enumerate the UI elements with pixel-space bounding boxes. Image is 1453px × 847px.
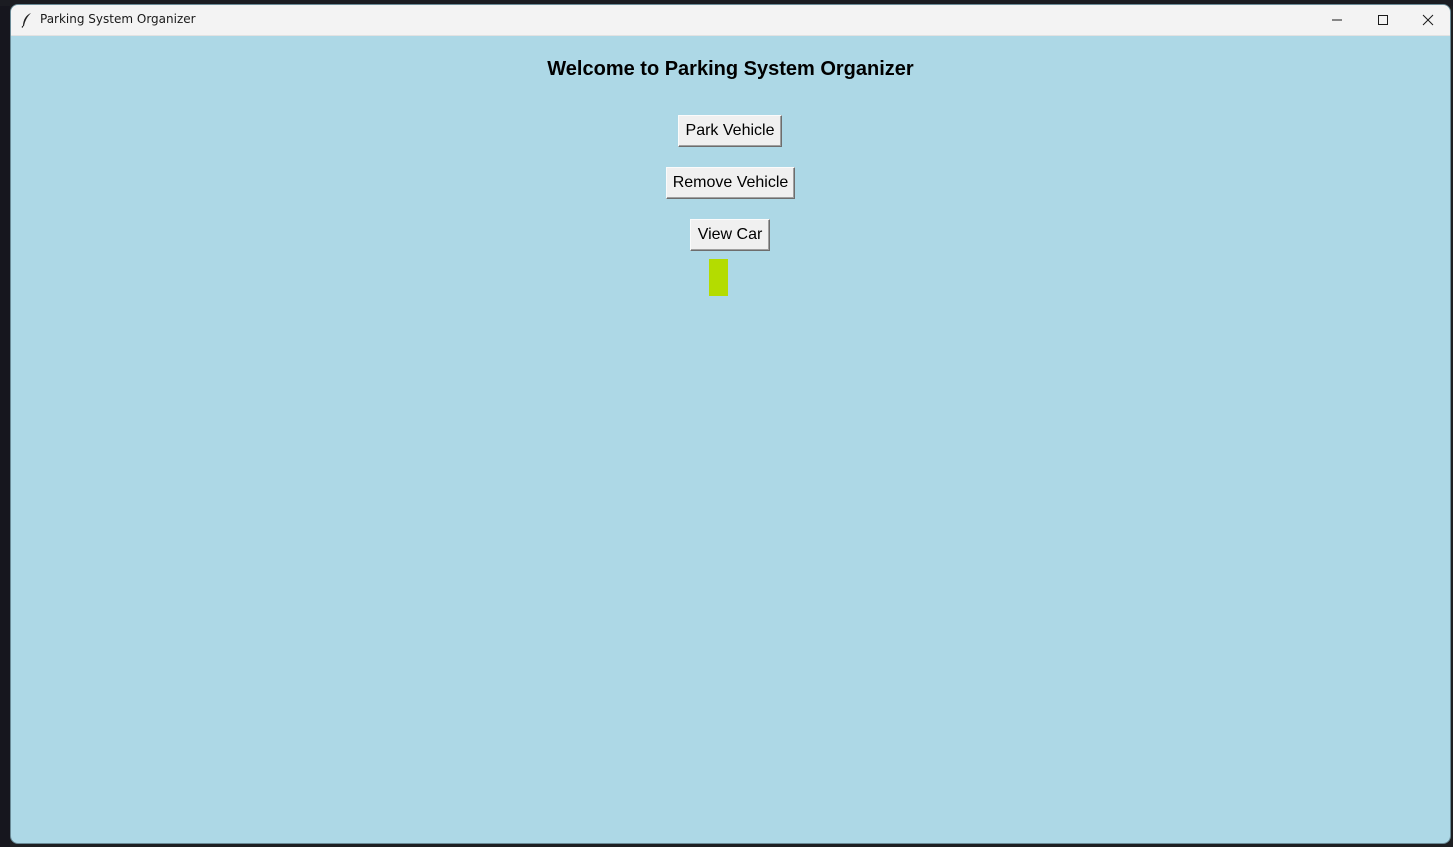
minimize-icon <box>1332 19 1342 21</box>
maximize-button[interactable] <box>1360 5 1406 35</box>
window-title: Parking System Organizer <box>40 12 196 26</box>
close-button[interactable] <box>1405 5 1450 35</box>
page-title: Welcome to Parking System Organizer <box>547 58 914 80</box>
maximize-icon <box>1378 15 1388 25</box>
status-indicator <box>709 259 728 296</box>
desktop-backdrop <box>0 0 10 847</box>
close-icon <box>1422 14 1434 26</box>
title-bar[interactable]: Parking System Organizer <box>11 5 1450 36</box>
minimize-button[interactable] <box>1314 5 1360 35</box>
view-car-button[interactable]: View Car <box>690 219 770 251</box>
feather-icon <box>20 12 34 28</box>
app-window: Parking System Organizer Welcome to Park… <box>10 4 1451 844</box>
park-vehicle-button[interactable]: Park Vehicle <box>678 115 782 147</box>
remove-vehicle-button[interactable]: Remove Vehicle <box>666 167 795 199</box>
main-content: Welcome to Parking System Organizer Park… <box>11 36 1450 843</box>
